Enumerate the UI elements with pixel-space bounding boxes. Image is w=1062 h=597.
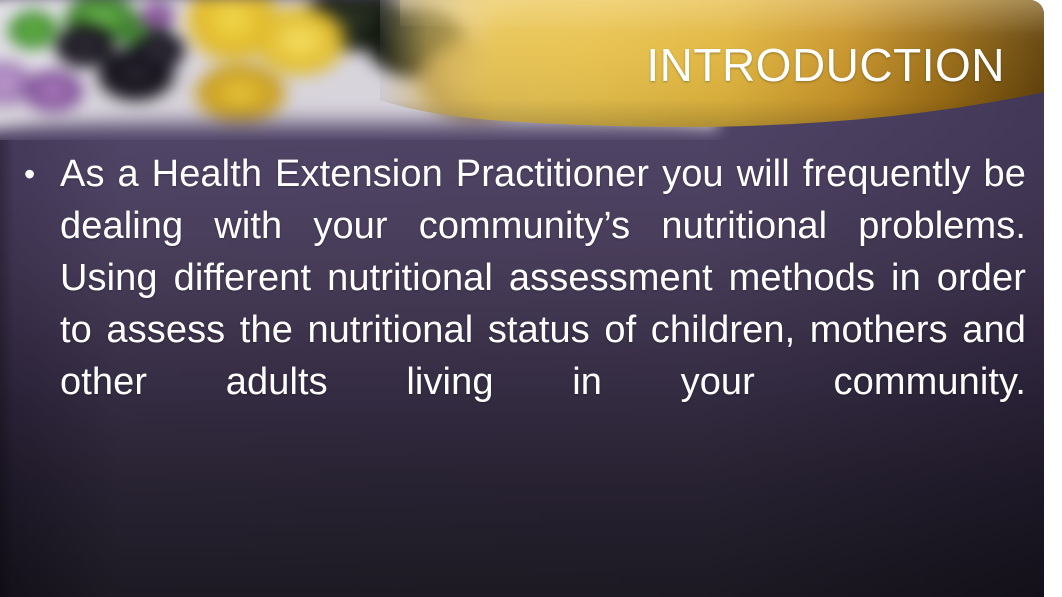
bullet-point-icon: •	[24, 156, 36, 192]
slide-canvas: INTRODUCTION • As a Health Extension Pra…	[0, 0, 1044, 597]
bullet-list-item: • As a Health Extension Practitioner you…	[18, 148, 1026, 460]
presentation-slide: INTRODUCTION • As a Health Extension Pra…	[0, 0, 1062, 597]
slide-header-banner: INTRODUCTION	[0, 0, 1044, 140]
slide-body: • As a Health Extension Practitioner you…	[0, 140, 1044, 597]
bullet-paragraph-text: As a Health Extension Practitioner you w…	[60, 153, 1026, 403]
slide-title: INTRODUCTION	[646, 39, 1005, 91]
